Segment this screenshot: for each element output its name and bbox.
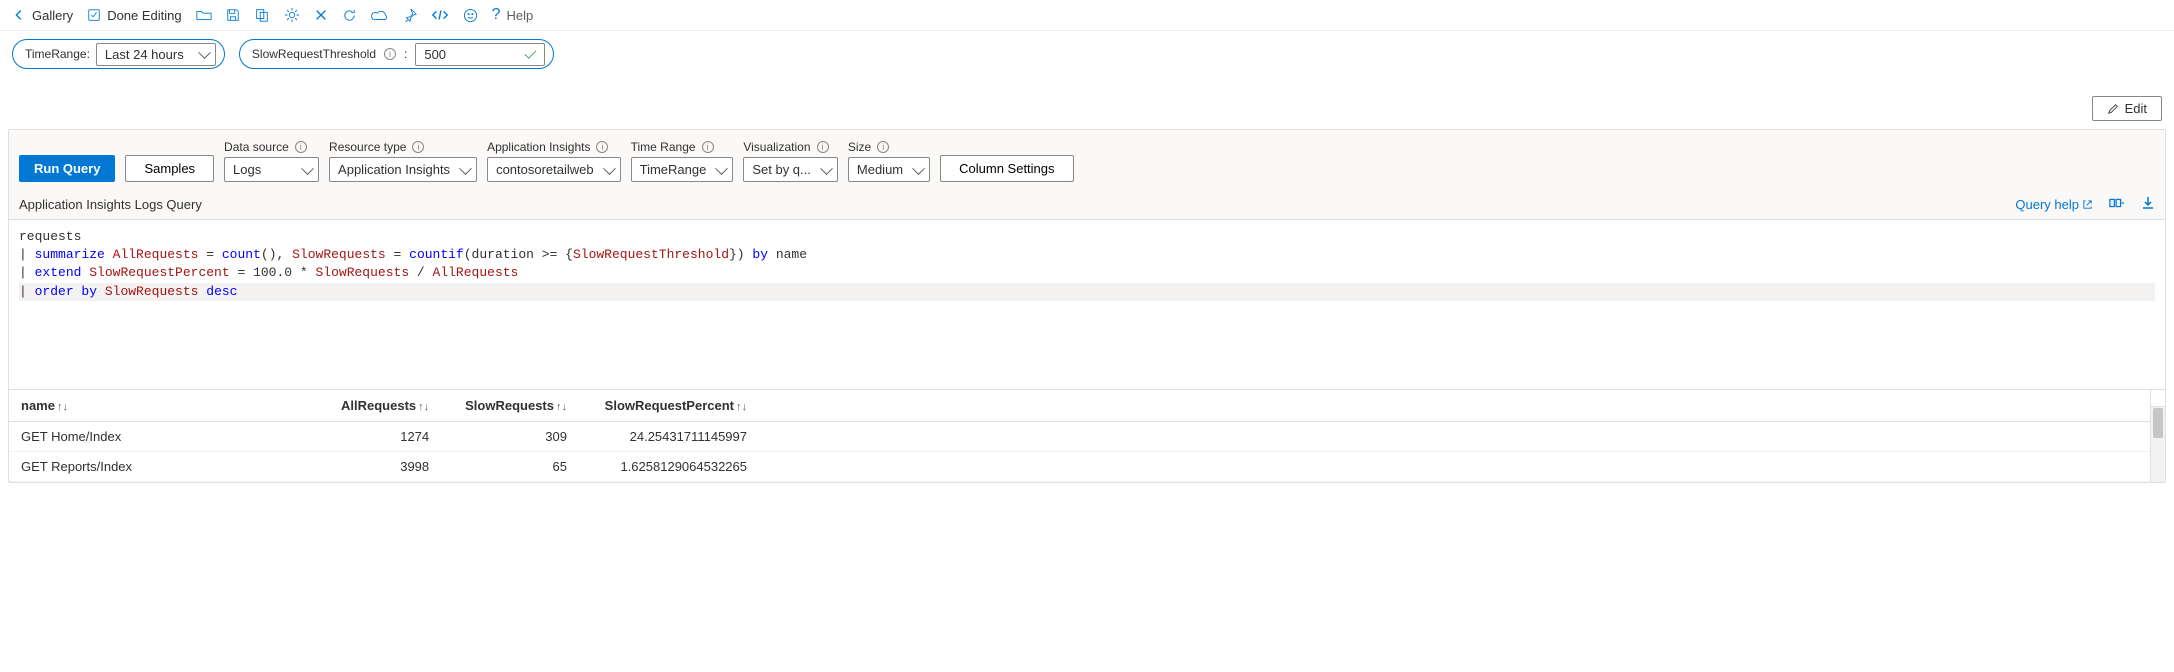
size-dropdown[interactable]: Medium xyxy=(848,157,930,182)
scrollbar[interactable] xyxy=(2150,390,2165,482)
sort-icon: ↑↓ xyxy=(736,401,747,413)
threshold-pill[interactable]: SlowRequestThreshold i : 500 xyxy=(239,39,554,69)
pencil-icon xyxy=(2107,103,2119,115)
query-panel: Run Query Samples Data sourcei Logs Reso… xyxy=(8,129,2166,483)
info-icon: i xyxy=(596,141,608,153)
cloud-icon xyxy=(371,8,389,22)
download-icon[interactable] xyxy=(2141,196,2155,213)
col-slowrequests[interactable]: SlowRequests↑↓ xyxy=(453,390,591,422)
samples-button[interactable]: Samples xyxy=(125,155,214,182)
run-query-button[interactable]: Run Query xyxy=(19,155,115,182)
question-icon: ? xyxy=(492,6,501,24)
help-button[interactable]: ? Help xyxy=(492,6,534,24)
table-row[interactable]: GET Home/Index 1274 309 24.2543171114599… xyxy=(9,422,2165,452)
save-button[interactable] xyxy=(226,8,240,22)
info-icon: i xyxy=(877,141,889,153)
resource-type-dropdown[interactable]: Application Insights xyxy=(329,157,477,182)
sort-icon: ↑↓ xyxy=(556,401,567,413)
query-editor[interactable]: requests | summarize AllRequests = count… xyxy=(9,220,2165,390)
query-title: Application Insights Logs Query xyxy=(19,197,202,212)
code-button[interactable] xyxy=(431,8,449,22)
column-settings-button[interactable]: Column Settings xyxy=(940,155,1073,182)
time-range-control-label: Time Rangei xyxy=(631,140,734,154)
results-grid: name↑↓ AllRequests↑↓ SlowRequests↑↓ Slow… xyxy=(9,390,2165,482)
folder-open-icon xyxy=(196,8,212,22)
app-insights-label: Application Insightsi xyxy=(487,140,621,154)
app-insights-dropdown[interactable]: contosoretailweb xyxy=(487,157,621,182)
external-link-icon xyxy=(2082,199,2093,210)
col-allrequests[interactable]: AllRequests↑↓ xyxy=(329,390,453,422)
threshold-label: SlowRequestThreshold xyxy=(252,47,376,61)
gallery-label: Gallery xyxy=(32,8,73,23)
time-range-label: TimeRange: xyxy=(25,47,90,61)
smiley-icon xyxy=(463,8,478,23)
done-editing-button[interactable]: Done Editing xyxy=(87,8,181,23)
parameters-bar: TimeRange: Last 24 hours SlowRequestThre… xyxy=(0,31,2174,129)
refresh-button[interactable] xyxy=(342,8,357,23)
copy-button[interactable] xyxy=(254,7,270,23)
close-button[interactable] xyxy=(314,8,328,22)
visualization-label: Visualizationi xyxy=(743,140,838,154)
settings-button[interactable] xyxy=(284,7,300,23)
query-header: Run Query Samples Data sourcei Logs Reso… xyxy=(9,130,2165,220)
gear-icon xyxy=(284,7,300,23)
col-name[interactable]: name↑↓ xyxy=(9,390,329,422)
gallery-button[interactable]: Gallery xyxy=(12,8,73,23)
open-button[interactable] xyxy=(196,8,212,22)
threshold-input[interactable]: 500 xyxy=(415,43,545,66)
info-icon: i xyxy=(384,48,396,60)
resource-type-label: Resource typei xyxy=(329,140,477,154)
size-label: Sizei xyxy=(848,140,930,154)
arrow-left-icon xyxy=(12,8,26,22)
top-toolbar: Gallery Done Editing ? Help xyxy=(0,0,2174,31)
time-range-dropdown[interactable]: Last 24 hours xyxy=(96,43,216,66)
cloud-button[interactable] xyxy=(371,8,389,22)
feedback-button[interactable] xyxy=(463,8,478,23)
close-icon xyxy=(314,8,328,22)
threshold-value: 500 xyxy=(424,47,446,62)
data-source-label: Data sourcei xyxy=(224,140,319,154)
save-icon xyxy=(226,8,240,22)
time-range-pill[interactable]: TimeRange: Last 24 hours xyxy=(12,39,225,69)
refresh-icon xyxy=(342,8,357,23)
info-icon: i xyxy=(702,141,714,153)
info-icon: i xyxy=(295,141,307,153)
info-icon: i xyxy=(817,141,829,153)
sort-icon: ↑↓ xyxy=(57,401,68,413)
query-help-link[interactable]: Query help xyxy=(2015,197,2093,212)
visualization-dropdown[interactable]: Set by q... xyxy=(743,157,838,182)
code-icon xyxy=(431,8,449,22)
done-editing-icon xyxy=(87,8,101,22)
table-row[interactable]: GET Reports/Index 3998 65 1.625812906453… xyxy=(9,452,2165,482)
pin-button[interactable] xyxy=(403,8,417,22)
done-editing-label: Done Editing xyxy=(107,8,181,23)
merge-icon[interactable] xyxy=(2109,196,2125,213)
help-label: Help xyxy=(507,8,534,23)
copy-icon xyxy=(254,7,270,23)
sort-icon: ↑↓ xyxy=(418,401,429,413)
info-icon: i xyxy=(412,141,424,153)
data-source-dropdown[interactable]: Logs xyxy=(224,157,319,182)
pin-icon xyxy=(403,8,417,22)
col-slowrequestpercent[interactable]: SlowRequestPercent↑↓ xyxy=(591,390,771,422)
time-range-value: Last 24 hours xyxy=(105,47,184,62)
time-range-control-dropdown[interactable]: TimeRange xyxy=(631,157,734,182)
edit-button[interactable]: Edit xyxy=(2092,96,2162,121)
edit-label: Edit xyxy=(2125,101,2147,116)
